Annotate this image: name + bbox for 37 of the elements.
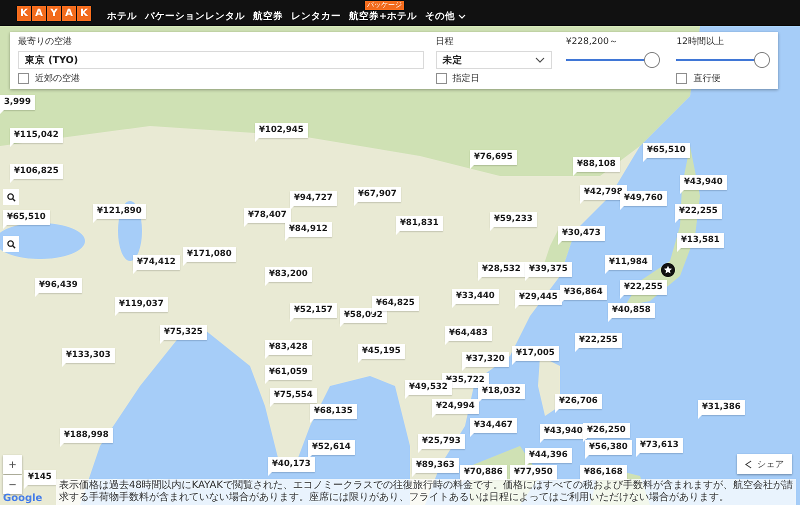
nav-link[interactable]: ホテル [107,10,137,22]
map-attribution: Google [3,493,42,504]
airport-field[interactable]: 東京 (TYO) [18,51,424,69]
price-marker[interactable]: ¥18,032 [478,384,525,399]
nav-link[interactable]: 航空券+ホテル [349,10,417,22]
share-button[interactable]: シェア [737,454,792,474]
price-marker[interactable]: ¥52,614 [308,440,355,455]
checkbox[interactable] [18,73,29,84]
star-marker-icon [661,263,675,277]
nav-link[interactable]: その他 [424,10,466,22]
slider-thumb[interactable] [754,52,770,68]
slider-thumb[interactable] [644,52,660,68]
field-label: 日程 [436,36,455,48]
field-label: 最寄りの空港 [18,36,73,48]
dates-dropdown[interactable]: 未定 [436,51,552,69]
price-disclaimer: 表示価格は過去48時間以内にKAYAKで閲覧された、エコノミークラスでの往復旅行時の料金です。価格にはすべての税および手数料が含まれますが、航空会社が請求する手荷物手数料が含まれていない場合があります。座席には限りがあり、フライトあるいは日程によってはご利用いただけない場合があります。 [56,479,796,505]
search-icon[interactable] [3,236,19,252]
nav-link[interactable]: 航空券 [253,10,283,22]
share-icon [745,460,752,468]
caret-icon [458,14,466,18]
duration-label: 12時間以上 [676,36,725,48]
zoom-out-button[interactable]: − [3,475,22,494]
checkbox-label: 直行便 [693,72,720,85]
search-icon[interactable] [3,189,19,205]
nav-link[interactable]: バケーションレンタル [145,10,245,22]
checkbox-label: 近郊の空港 [35,72,80,85]
checkbox[interactable] [676,73,688,84]
price-marker[interactable]: ¥94,727 [290,191,337,206]
checkbox[interactable] [436,73,447,84]
price-slider[interactable] [566,52,660,68]
checkbox-label: 指定日 [452,72,480,85]
duration-slider[interactable] [676,52,770,67]
zoom-in-button[interactable]: + [3,455,22,474]
price-label: ¥228,200～ [566,36,619,48]
price-marker[interactable]: ¥44,396 [525,448,572,463]
chevron-down-icon [534,57,545,63]
nav-link[interactable]: レンタカー [291,10,341,22]
